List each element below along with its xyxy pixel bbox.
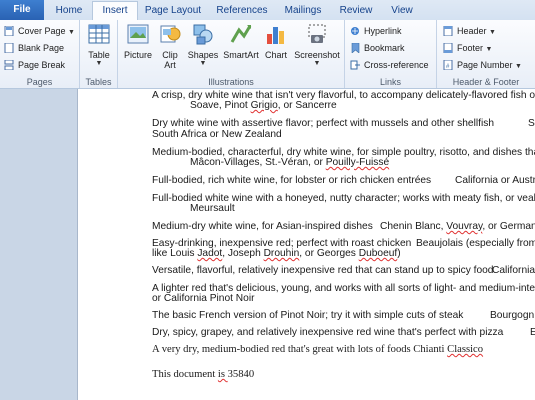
picture-icon [127, 24, 149, 44]
chevron-down-icon: ▼ [199, 60, 207, 67]
footer-button[interactable]: Footer ▼ [443, 41, 492, 55]
clip-art-icon [160, 25, 181, 43]
blank-page-button[interactable]: Blank Page [4, 41, 64, 55]
page-number-label: Page Number [457, 60, 513, 70]
clip-art-button[interactable]: Clip Art [156, 22, 184, 70]
doc-line: Soave, Pinot Grigio, or Sancerre [190, 100, 337, 111]
group-links: Hyperlink Bookmark Cross-reference Links [345, 20, 437, 88]
ribbon: Cover Page ▼ Blank Page Page Break Pages… [0, 20, 535, 89]
tab-mailings[interactable]: Mailings [276, 2, 330, 20]
blank-page-label: Blank Page [18, 43, 65, 53]
cross-reference-label: Cross-reference [364, 60, 429, 70]
smartart-button[interactable]: SmartArt [222, 22, 260, 60]
bookmark-label: Bookmark [364, 43, 405, 53]
shapes-button[interactable]: Shapes ▼ [186, 22, 220, 67]
header-label: Header [457, 26, 487, 36]
clip-art-label-2: Art [164, 60, 176, 70]
group-pages: Cover Page ▼ Blank Page Page Break Pages [0, 20, 80, 88]
tab-file[interactable]: File [0, 0, 44, 20]
group-label-tables: Tables [85, 77, 112, 87]
picture-label: Picture [123, 50, 152, 60]
screenshot-icon [308, 24, 326, 43]
document-page[interactable]: A crisp, dry white wine that isn't very … [78, 89, 535, 400]
group-label-illustrations: Illustrations [208, 77, 254, 87]
doc-line: South Africa or New Zealand [152, 129, 282, 140]
hyperlink-icon [351, 27, 359, 35]
smartart-label: SmartArt [223, 50, 259, 60]
clip-art-label-1: Clip [162, 50, 178, 60]
page-break-button[interactable]: Page Break [4, 58, 65, 72]
tab-review[interactable]: Review [334, 2, 378, 20]
doc-line-right: Bourgogn [490, 310, 535, 321]
header-button[interactable]: Header ▼ [443, 24, 496, 38]
smartart-icon [230, 25, 252, 43]
tab-home[interactable]: Home [48, 2, 90, 20]
shapes-label: Shapes [187, 50, 219, 60]
doc-line-right: E [530, 327, 535, 338]
chart-button[interactable]: Chart [262, 22, 290, 60]
chevron-down-icon: ▼ [485, 46, 493, 53]
doc-line-right: California [492, 265, 535, 276]
doc-line: Mâcon-Villages, St.-Véran, or Pouilly-Fu… [190, 157, 390, 168]
table-button[interactable]: Table ▼ [84, 22, 114, 67]
doc-line: Meursault [190, 203, 235, 214]
cover-page-button[interactable]: Cover Page ▼ [4, 24, 75, 38]
doc-line: This document is 35840 [152, 369, 255, 380]
cross-reference-icon [350, 60, 360, 70]
doc-line: or California Pinot Noir [152, 293, 255, 304]
doc-line: A very dry, medium-bodied red that's gre… [152, 344, 484, 355]
group-label-pages: Pages [26, 77, 53, 87]
ribbon-tab-bar: File Home Insert Page Layout References … [0, 0, 535, 21]
doc-line: The basic French version of Pinot Noir; … [152, 310, 464, 321]
screenshot-button[interactable]: Screenshot ▼ [292, 22, 342, 67]
chart-icon [267, 27, 284, 44]
group-header-footer: Header ▼ Footer ▼ # Page Number ▼ Header … [437, 20, 535, 88]
group-label-links: Links [379, 77, 401, 87]
footer-label: Footer [457, 43, 484, 53]
table-label: Table [88, 50, 110, 60]
page-number-button[interactable]: # Page Number ▼ [443, 58, 522, 72]
document-gutter [0, 89, 78, 400]
tab-page-layout[interactable]: Page Layout [140, 2, 206, 20]
doc-line-right: Chenin Blanc, Vouvray, or German [380, 221, 535, 232]
group-illustrations: Picture Clip Art Shapes ▼ SmartArt Chart… [118, 20, 345, 88]
chevron-down-icon: ▼ [313, 60, 321, 67]
group-label-header-footer: Header & Footer [452, 77, 520, 87]
screenshot-label: Screenshot [294, 50, 340, 60]
footer-icon [443, 43, 453, 53]
doc-line: Medium-dry white wine, for Asian-inspire… [152, 221, 373, 232]
table-icon [88, 24, 110, 44]
chevron-down-icon: ▼ [515, 63, 522, 70]
cover-page-label: Cover Page [18, 26, 66, 36]
doc-line: like Louis Jadot, Joseph Drouhin, or Geo… [152, 248, 401, 259]
doc-line-right: California or Austr [455, 175, 535, 186]
chart-label: Chart [264, 50, 287, 60]
cover-page-icon [4, 26, 14, 36]
doc-line: Dry, spicy, grapey, and relatively inexp… [152, 327, 504, 338]
doc-line-right: S [528, 118, 535, 129]
doc-line: Full-bodied, rich white wine, for lobste… [152, 175, 432, 186]
picture-button[interactable]: Picture [121, 22, 155, 60]
chevron-down-icon: ▼ [489, 29, 496, 36]
cross-reference-button[interactable]: Cross-reference [350, 58, 429, 72]
chevron-down-icon: ▼ [95, 60, 103, 67]
hyperlink-label: Hyperlink [364, 26, 402, 36]
page-break-icon [4, 60, 14, 70]
bookmark-button[interactable]: Bookmark [350, 41, 405, 55]
header-icon [443, 26, 453, 36]
hyperlink-button[interactable]: Hyperlink [350, 24, 402, 38]
doc-line-right: Beaujolais (especially from [416, 238, 535, 249]
tab-insert[interactable]: Insert [92, 1, 138, 20]
page-break-label: Page Break [18, 60, 66, 70]
group-tables: Table ▼ Tables [80, 20, 118, 88]
doc-line: Versatile, flavorful, relatively inexpen… [152, 265, 494, 276]
chevron-down-icon: ▼ [68, 29, 75, 36]
page-number-icon: # [443, 60, 453, 70]
bookmark-icon [351, 43, 360, 53]
blank-page-icon [4, 43, 14, 53]
shapes-icon [193, 24, 213, 45]
tab-references[interactable]: References [210, 2, 274, 20]
tab-view[interactable]: View [382, 2, 422, 20]
